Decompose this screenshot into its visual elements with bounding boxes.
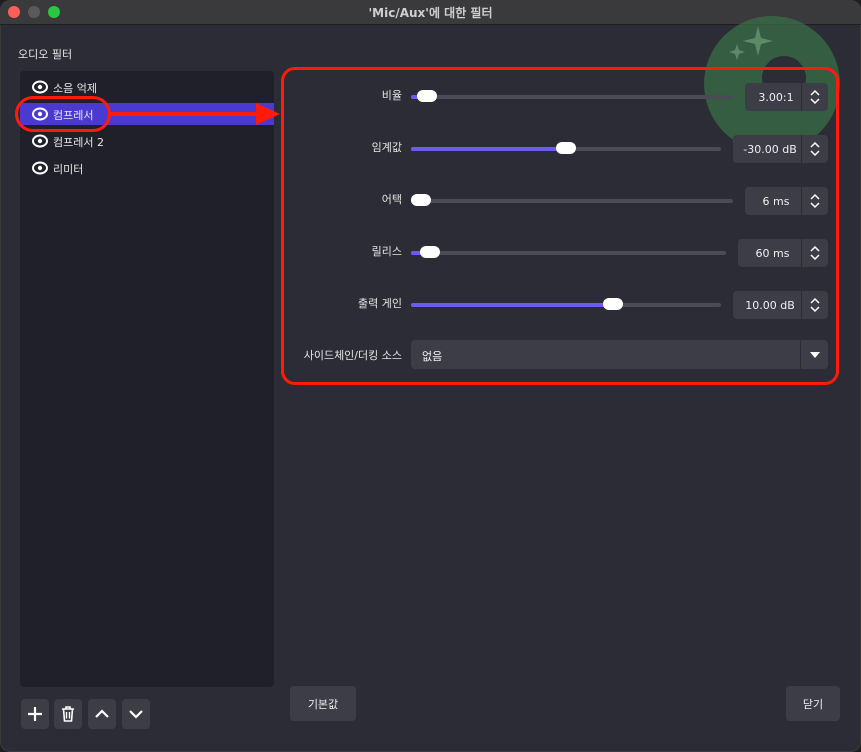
eye-icon[interactable] — [32, 80, 48, 94]
audio-filters-label: 오디오 필터 — [18, 48, 73, 61]
chevron-down-icon — [129, 710, 143, 719]
trash-icon — [62, 706, 74, 722]
add-filter-button[interactable] — [21, 699, 49, 729]
filter-list: 소음 억제 컴프레서 컴프레서 2 리미터 — [20, 71, 274, 687]
filter-item-compressor-2[interactable]: 컴프레서 2 — [20, 130, 274, 152]
defaults-button[interactable]: 기본값 — [290, 686, 356, 721]
annotation-arrow-icon — [108, 103, 280, 125]
eye-icon[interactable] — [32, 134, 48, 148]
move-filter-up-button[interactable] — [88, 699, 116, 729]
close-button[interactable]: 닫기 — [786, 686, 840, 721]
filter-item-limiter[interactable]: 리미터 — [20, 157, 274, 179]
annotation-highlight-box — [281, 67, 839, 385]
plus-icon — [28, 707, 42, 721]
remove-filter-button[interactable] — [54, 699, 82, 729]
eye-icon[interactable] — [32, 161, 48, 175]
move-filter-down-button[interactable] — [122, 699, 150, 729]
filter-item-label: 컴프레서 2 — [53, 136, 104, 149]
filter-item-label: 리미터 — [53, 163, 84, 176]
annotation-highlight-circle — [15, 96, 111, 132]
filters-window: 'Mic/Aux'에 대한 필터 오디오 필터 소음 억제 컴프레서 컴프레서 … — [0, 0, 861, 752]
filter-item-label: 소음 억제 — [53, 82, 97, 95]
filter-item-noise-suppression[interactable]: 소음 억제 — [20, 76, 274, 98]
chevron-up-icon — [95, 709, 109, 718]
